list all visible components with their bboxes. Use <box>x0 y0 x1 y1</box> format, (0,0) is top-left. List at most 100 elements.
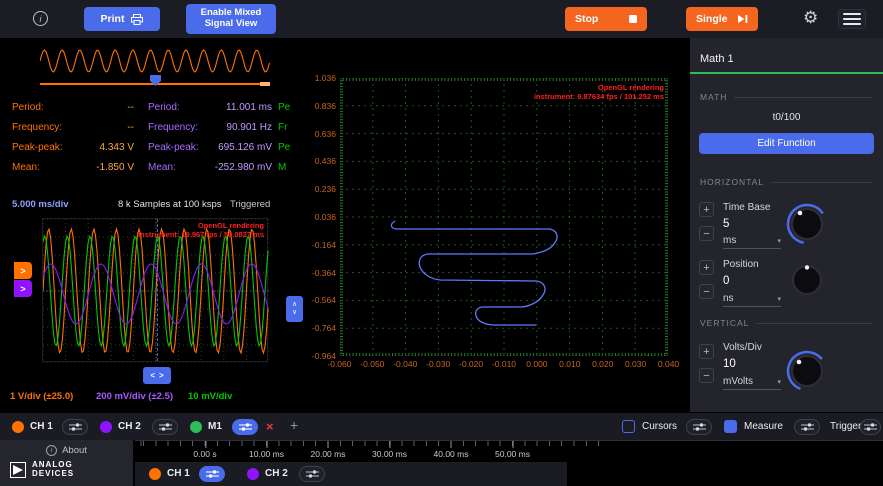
voltsdiv-value[interactable]: 10 <box>723 358 736 370</box>
ruler-time-label: 50.00 ms <box>495 449 530 459</box>
channel-bar: CH 1 CH 2 M1 × + Cursors Measure Trigger <box>0 412 883 440</box>
m1-tab[interactable]: M1 <box>208 421 222 432</box>
xy-plot[interactable]: OpenGL rendering instrument: 9.87634 fps… <box>340 78 668 356</box>
ruler-labels: 0.00 s10.00 ms20.00 ms30.00 ms40.00 ms50… <box>135 441 883 463</box>
x-axis-label: 0.040 <box>652 359 685 369</box>
preview-scroll-handle[interactable] <box>260 82 270 86</box>
ch1-settings-button[interactable] <box>199 466 225 482</box>
trigger-time-line[interactable] <box>157 219 158 361</box>
position-value[interactable]: 0 <box>723 275 729 287</box>
ruler-time-label: 20.00 ms <box>311 449 346 459</box>
ch1-frequency-value: -- <box>68 122 134 133</box>
settings-sliders-icon <box>693 422 706 432</box>
y-axis-label: 0.236 <box>315 185 336 193</box>
single-label: Single <box>696 13 728 25</box>
ch2-peakpeak-label: Peak-peak: <box>148 142 199 153</box>
m1-frequency-label-truncated: Fr <box>278 122 287 133</box>
edit-function-button[interactable]: Edit Function <box>699 133 874 154</box>
cursors-label: Cursors <box>642 421 677 432</box>
m1-voltsdiv-label: 10 mV/div <box>188 391 232 402</box>
chevron-left-icon: < <box>150 371 155 380</box>
mixed-signal-button[interactable]: Enable Mixed Signal View <box>186 4 276 34</box>
cursors-settings-button[interactable] <box>686 419 712 435</box>
y-axis-label: 1.036 <box>315 74 336 82</box>
waveform-trace <box>40 50 270 72</box>
ch2-offset-handle[interactable]: > <box>14 280 32 297</box>
ch2-tab[interactable]: CH 2 <box>265 468 288 479</box>
ch1-mean-label: Mean: <box>12 162 40 173</box>
ch2-settings-button[interactable] <box>152 419 178 435</box>
ch1-color-dot <box>149 468 161 480</box>
settings-sliders-icon <box>206 469 219 479</box>
ch2-frequency-label: Frequency: <box>148 122 198 133</box>
info-icon: i <box>46 445 57 456</box>
single-button[interactable]: Single <box>686 7 758 31</box>
ch1-offset-handle[interactable]: > <box>14 262 32 279</box>
settings-sliders-icon <box>239 422 252 432</box>
ch2-mean-label: Mean: <box>148 162 176 173</box>
voltsdiv-unit-select[interactable]: mVolts ▾ <box>723 376 781 390</box>
time-base-unit-select[interactable]: ms ▾ <box>723 235 781 249</box>
add-channel-icon[interactable]: + <box>290 417 298 433</box>
position-decrement-button[interactable]: − <box>699 284 714 299</box>
stop-button[interactable]: Stop <box>565 7 647 31</box>
section-vertical-label: VERTICAL <box>700 318 749 328</box>
settings-sliders-icon <box>864 422 877 432</box>
math-settings-panel: Math 1 MATH t0/100 Edit Function HORIZON… <box>690 38 883 412</box>
mixed-signal-label: Enable Mixed Signal View <box>192 8 270 30</box>
ch1-settings-button[interactable] <box>62 419 88 435</box>
menu-button[interactable] <box>838 9 866 29</box>
chevron-right-icon: > <box>20 266 25 276</box>
ch2-tab[interactable]: CH 2 <box>118 421 141 432</box>
ch2-frequency-value: 90.901 Hz <box>202 122 272 133</box>
stop-icon <box>629 15 637 23</box>
scope-waveforms <box>43 219 269 363</box>
math-function-text: t0/100 <box>690 112 883 123</box>
measure-checkbox[interactable] <box>724 420 737 433</box>
chevron-right-icon: > <box>20 284 25 294</box>
position-unit-select[interactable]: ns ▾ <box>723 293 781 307</box>
time-domain-plot[interactable]: OpenGL rendering instrument: 19.967 fps … <box>42 218 268 362</box>
time-base-decrement-button[interactable]: − <box>699 226 714 241</box>
voltsdiv-knob[interactable] <box>785 349 829 393</box>
info-icon[interactable]: i <box>33 11 48 26</box>
close-m1-icon[interactable]: × <box>266 419 274 434</box>
trigger-settings-button[interactable] <box>860 419 881 435</box>
ch1-tab[interactable]: CH 1 <box>167 468 190 479</box>
voltsdiv-increment-button[interactable]: + <box>699 344 714 359</box>
horizontal-position-handle[interactable]: < > <box>143 367 171 384</box>
y-axis-label: -0.764 <box>312 324 336 332</box>
position-knob[interactable] <box>787 260 827 300</box>
chevron-down-icon: ▾ <box>777 378 781 386</box>
x-axis-label: -0.060 <box>323 359 356 369</box>
xy-opengl-status: OpenGL rendering instrument: 9.87634 fps… <box>464 83 664 101</box>
position-unit: ns <box>723 293 734 304</box>
ch1-frequency-label: Frequency: <box>12 122 62 133</box>
channel-color-underline <box>690 72 883 74</box>
ch2-settings-button[interactable] <box>299 466 325 482</box>
time-base-value[interactable]: 5 <box>723 218 729 230</box>
y-axis-label: 0.836 <box>315 102 336 110</box>
voltsdiv-decrement-button[interactable]: − <box>699 368 714 383</box>
time-base-knob[interactable] <box>785 202 829 246</box>
ch1-peakpeak-label: Peak-peak: <box>12 142 63 153</box>
ch2-period-value: 11.001 ms <box>202 102 272 113</box>
print-button[interactable]: Print <box>84 7 160 31</box>
waveform-preview-strip[interactable] <box>40 44 270 94</box>
time-base-increment-button[interactable]: + <box>699 202 714 217</box>
m1-settings-button[interactable] <box>232 419 258 435</box>
panel-title: Math 1 <box>700 53 734 65</box>
cursors-checkbox[interactable] <box>622 420 635 433</box>
background-window-channel-bar: CH 1 CH 2 <box>135 462 567 486</box>
scope-opengl-status: OpenGL rendering instrument: 19.967 fps … <box>104 221 264 239</box>
measure-settings-button[interactable] <box>794 419 820 435</box>
position-increment-button[interactable]: + <box>699 260 714 275</box>
y-axis-label: -0.164 <box>312 241 336 249</box>
adi-triangle-logo-icon <box>10 462 26 478</box>
section-vertical: VERTICAL <box>700 318 873 328</box>
ch2-period-label: Period: <box>148 102 180 113</box>
ruler-time-label: 40.00 ms <box>434 449 469 459</box>
gear-icon[interactable]: ⚙ <box>803 8 818 28</box>
about-menu-item[interactable]: i About <box>0 445 133 456</box>
ch1-tab[interactable]: CH 1 <box>30 421 53 432</box>
